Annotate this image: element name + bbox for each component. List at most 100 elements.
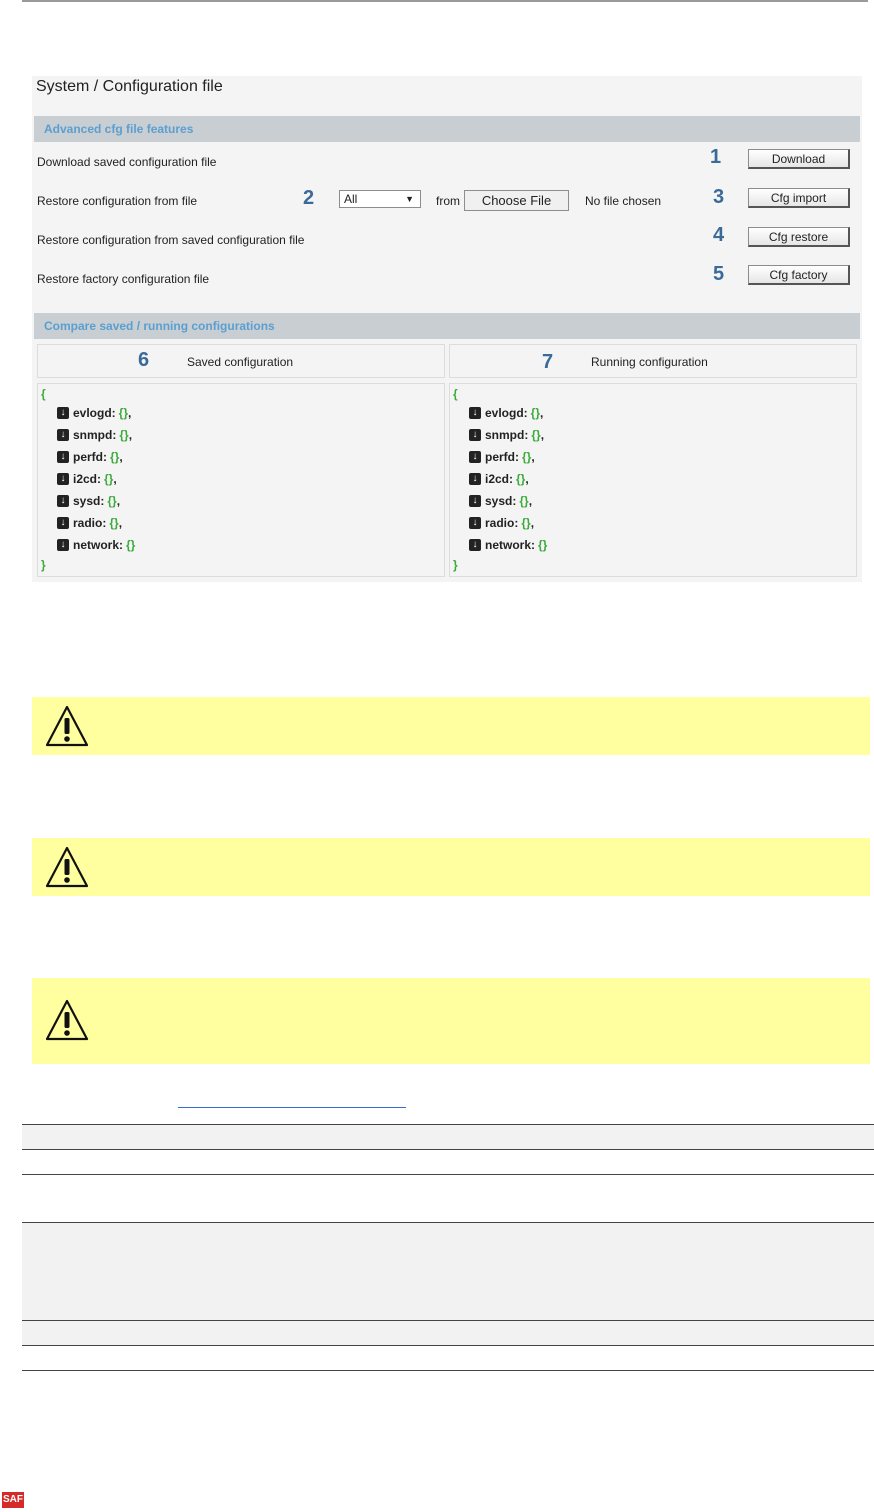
close-brace: }	[41, 558, 46, 572]
config-file-panel: System / Configuration file Advanced cfg…	[32, 76, 862, 582]
config-value: {}	[109, 516, 119, 530]
restore-scope-value: All	[344, 192, 358, 206]
config-key: snmpd:	[73, 428, 117, 442]
config-tree-item[interactable]: ↓ i2cd:{},	[469, 468, 547, 490]
config-value: {}	[530, 406, 541, 420]
step-number-2: 2	[303, 187, 315, 209]
config-value: {}	[110, 450, 120, 464]
close-brace: }	[453, 558, 458, 572]
config-value: {}	[104, 472, 114, 486]
arrow-down-icon[interactable]: ↓	[469, 539, 481, 551]
config-value: {}	[126, 538, 136, 552]
step-number-6: 6	[138, 349, 150, 371]
cfg-restore-button[interactable]: Cfg restore	[748, 227, 850, 247]
choose-file-button[interactable]: Choose File	[464, 190, 569, 211]
arrow-down-icon[interactable]: ↓	[57, 539, 69, 551]
cfg-import-button[interactable]: Cfg import	[748, 188, 850, 208]
step-number-1: 1	[710, 146, 722, 168]
arrow-down-icon[interactable]: ↓	[469, 407, 481, 419]
step-number-4: 4	[713, 224, 725, 246]
section-advanced-title: Advanced cfg file features	[44, 122, 194, 136]
config-value: {}	[118, 406, 129, 420]
config-key: i2cd:	[73, 472, 102, 486]
config-value: {}	[119, 428, 129, 442]
running-config-header: 7 Running configuration	[449, 344, 857, 378]
hyperlink-underline[interactable]	[178, 1107, 406, 1108]
arrow-down-icon[interactable]: ↓	[469, 429, 481, 441]
config-tree-item[interactable]: ↓ perfd:{},	[469, 446, 547, 468]
config-key: network:	[485, 538, 536, 552]
table-rule	[22, 1345, 874, 1346]
config-tree-item[interactable]: ↓ network:{}	[469, 534, 547, 556]
page-title: System / Configuration file	[36, 78, 223, 95]
config-value: {}	[521, 516, 531, 530]
download-button[interactable]: Download	[748, 149, 850, 169]
config-tree-item[interactable]: ↓ sysd:{},	[57, 490, 135, 512]
config-key: snmpd:	[485, 428, 529, 442]
saved-config-tree: { ↓ evlogd:{}, ↓ snmpd:{}, ↓ perfd:{}, ↓ i2cd:{…	[37, 383, 445, 577]
open-brace: {	[41, 387, 46, 401]
running-config-title: Running configuration	[591, 355, 708, 369]
config-key: perfd:	[73, 450, 107, 464]
arrow-down-icon[interactable]: ↓	[57, 473, 69, 485]
config-key: sysd:	[485, 494, 517, 508]
open-brace: {	[453, 387, 458, 401]
table-row	[22, 1125, 874, 1149]
arrow-down-icon[interactable]: ↓	[57, 451, 69, 463]
restore-scope-select[interactable]: All ▼	[339, 190, 421, 208]
config-key: sysd:	[73, 494, 105, 508]
arrow-down-icon[interactable]: ↓	[57, 429, 69, 441]
saved-config-list: ↓ evlogd:{}, ↓ snmpd:{}, ↓ perfd:{}, ↓ i2cd:{},…	[57, 402, 135, 556]
warning-triangle-icon	[45, 846, 89, 888]
cfg-factory-button[interactable]: Cfg factory	[748, 265, 850, 285]
config-tree-item[interactable]: ↓ evlogd:{},	[469, 402, 547, 424]
config-value: {}	[522, 450, 532, 464]
config-key: i2cd:	[485, 472, 514, 486]
warning-box-3	[32, 978, 870, 1064]
saved-config-title: Saved configuration	[187, 355, 294, 369]
chevron-down-icon: ▼	[405, 194, 414, 204]
restore-saved-row-label: Restore configuration from saved configu…	[37, 233, 305, 247]
table-row	[22, 1321, 874, 1345]
table-row	[22, 1223, 874, 1320]
company-logo: SAF	[2, 1492, 24, 1508]
config-tree-item[interactable]: ↓ radio:{},	[469, 512, 547, 534]
separator: ,	[530, 516, 535, 530]
config-tree-item[interactable]: ↓ evlogd:{},	[57, 402, 135, 424]
step-number-5: 5	[713, 263, 725, 285]
config-tree-item[interactable]: ↓ snmpd:{},	[57, 424, 135, 446]
config-tree-item[interactable]: ↓ snmpd:{},	[469, 424, 547, 446]
separator: ,	[118, 516, 123, 530]
config-tree-item[interactable]: ↓ sysd:{},	[469, 490, 547, 512]
config-key: radio:	[73, 516, 107, 530]
separator: ,	[540, 428, 545, 442]
table-rule	[22, 1370, 874, 1371]
config-value: {}	[531, 428, 541, 442]
config-key: evlogd:	[73, 406, 116, 420]
arrow-down-icon[interactable]: ↓	[469, 517, 481, 529]
section-compare-title: Compare saved / running configurations	[44, 319, 275, 333]
top-rule	[22, 0, 868, 2]
section-advanced-header: Advanced cfg file features	[34, 116, 860, 142]
config-tree-item[interactable]: ↓ network:{}	[57, 534, 135, 556]
separator: ,	[540, 406, 544, 420]
warning-triangle-icon	[45, 705, 89, 747]
config-tree-item[interactable]: ↓ radio:{},	[57, 512, 135, 534]
arrow-down-icon[interactable]: ↓	[57, 495, 69, 507]
separator: ,	[128, 428, 133, 442]
arrow-down-icon[interactable]: ↓	[57, 517, 69, 529]
separator: ,	[528, 494, 533, 508]
running-config-tree: { ↓ evlogd:{}, ↓ snmpd:{}, ↓ perfd:{}, ↓ i2cd:{…	[449, 383, 857, 577]
warning-box-1	[32, 697, 870, 755]
config-key: evlogd:	[485, 406, 528, 420]
config-tree-item[interactable]: ↓ i2cd:{},	[57, 468, 135, 490]
config-tree-item[interactable]: ↓ perfd:{},	[57, 446, 135, 468]
arrow-down-icon[interactable]: ↓	[469, 495, 481, 507]
separator: ,	[525, 472, 529, 486]
config-value: {}	[107, 494, 117, 508]
separator: ,	[113, 472, 117, 486]
arrow-down-icon[interactable]: ↓	[469, 451, 481, 463]
arrow-down-icon[interactable]: ↓	[469, 473, 481, 485]
config-value: {}	[516, 472, 526, 486]
arrow-down-icon[interactable]: ↓	[57, 407, 69, 419]
